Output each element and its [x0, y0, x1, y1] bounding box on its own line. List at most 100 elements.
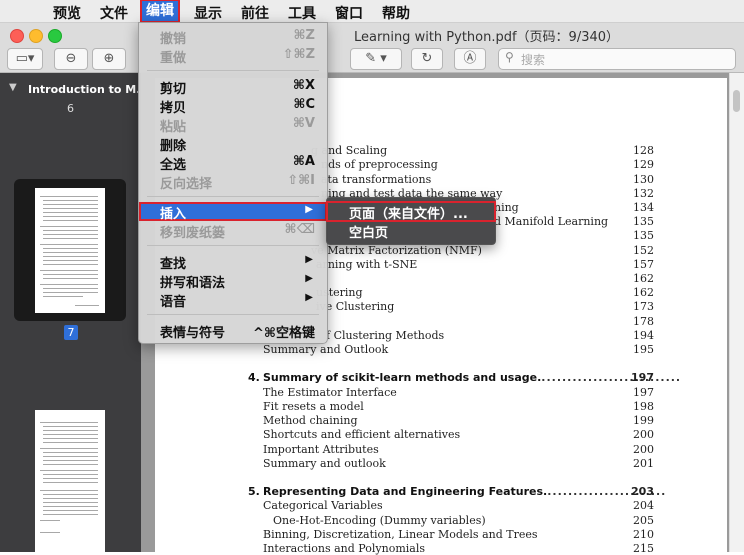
toc-entry: The Estimator Interface — [263, 386, 397, 399]
toc-entry: Binning, Discretization, Linear Models a… — [263, 528, 538, 541]
menu-item-emoji-symbols[interactable]: 表情与符号 ^⌘空格键 — [139, 321, 327, 341]
toc-page: 200 — [633, 428, 654, 441]
menu-separator — [147, 196, 319, 197]
toc-entry: Interactions and Polynomials — [263, 542, 425, 555]
window-toolbar: Learning with Python.pdf（页码：9/340） ▭▾ ⊖ … — [0, 23, 744, 73]
page-thumbnail-selected[interactable] — [14, 179, 126, 321]
scrollbar-thumb[interactable] — [733, 90, 740, 112]
toc-page: 197 — [633, 386, 654, 399]
toc-entry: d Manifold Learning — [494, 215, 609, 228]
menu-item-spelling-grammar[interactable]: 拼写和语法 ▶ — [139, 271, 327, 291]
menu-item-invert-selection[interactable]: 反向选择 ⇧⌘I — [139, 172, 327, 192]
toc-page: 194 — [633, 329, 654, 342]
toc-entry: arning with t-SNE — [316, 258, 418, 271]
toc-entry: Shortcuts and efficient alternatives — [263, 428, 461, 441]
menu-item-paste[interactable]: 粘贴 ⌘V — [139, 115, 327, 135]
menu-item-delete[interactable]: 删除 — [139, 134, 327, 154]
menu-view[interactable]: 显示 — [194, 3, 222, 23]
toc-page: 201 — [633, 457, 654, 470]
toc-page: 157 — [633, 258, 654, 271]
menu-item-find[interactable]: 查找 ▶ — [139, 252, 327, 272]
rotate-icon: ↻ — [421, 51, 433, 66]
toc-page: 132 — [633, 187, 654, 200]
toc-page: 204 — [633, 499, 654, 512]
toc-page: 162 — [633, 272, 654, 285]
toc-page: 135 — [633, 229, 654, 242]
toc-entry: f Clustering Methods — [326, 329, 445, 342]
search-field[interactable]: ⚲ 搜索 — [498, 48, 736, 70]
close-window-button[interactable] — [10, 29, 24, 43]
menu-preview[interactable]: 预览 — [53, 3, 81, 23]
pen-icon: ✎ ▾ — [365, 51, 387, 66]
menu-separator — [147, 245, 319, 246]
toc-entry: Method chaining — [263, 414, 358, 427]
menu-file[interactable]: 文件 — [100, 3, 128, 23]
submenu-arrow-icon: ▶ — [305, 292, 313, 303]
menu-item-speech[interactable]: 语音 ▶ — [139, 290, 327, 310]
menu-bar: 预览 文件 编辑 显示 前往 工具 窗口 帮助 — [0, 0, 744, 23]
vertical-scrollbar[interactable] — [729, 73, 744, 552]
submenu-item-blank-page[interactable]: 空白页 — [327, 221, 495, 241]
toc-page: 178 — [633, 315, 654, 328]
toc-page: 203 — [631, 485, 654, 498]
menu-item-insert[interactable]: 插入 ▶ — [139, 202, 327, 222]
toc-page: 129 — [633, 158, 654, 171]
menu-tools[interactable]: 工具 — [288, 3, 316, 23]
rotate-button[interactable]: ↻ — [411, 48, 443, 70]
menu-go[interactable]: 前往 — [241, 3, 269, 23]
toc-page: 162 — [633, 286, 654, 299]
page-thumbnail-next[interactable] — [35, 410, 105, 552]
toc-page: 197 — [631, 371, 654, 384]
menu-item-cut[interactable]: 剪切 ⌘X — [139, 77, 327, 97]
toc-page: 198 — [633, 400, 654, 413]
search-icon: ⚲ — [505, 50, 514, 64]
zoom-out-icon: ⊖ — [65, 51, 77, 66]
toc-entry: Categorical Variables — [263, 499, 383, 512]
toc-entry: nds of preprocessing — [321, 158, 438, 171]
edit-menu-dropdown: 撤销 ⌘Z 重做 ⇧⌘Z 剪切 ⌘X 拷贝 ⌘C 粘贴 ⌘V 删除 全选 ⌘A 反向选择 ⇧⌘… — [138, 22, 328, 344]
zoom-window-button[interactable] — [48, 29, 62, 43]
menu-edit[interactable]: 编辑 — [140, 0, 180, 23]
submenu-arrow-icon: ▶ — [305, 273, 313, 284]
menu-item-copy[interactable]: 拷贝 ⌘C — [139, 96, 327, 116]
menu-item-redo[interactable]: 重做 ⇧⌘Z — [139, 46, 327, 66]
toc-entry: Fit resets a model — [263, 400, 364, 413]
annotate-button[interactable]: Ⓐ — [454, 48, 486, 70]
markup-circle-icon: Ⓐ — [463, 51, 477, 66]
submenu-arrow-icon: ▶ — [305, 204, 313, 215]
disclosure-triangle-icon[interactable]: ▼ — [9, 82, 17, 93]
thumbnail-sidebar: ▼ Introduction to M... 6 7 — [0, 73, 149, 552]
minimize-window-button[interactable] — [29, 29, 43, 43]
menu-item-move-to-trash[interactable]: 移到废纸篓 ⌘⌫ — [139, 221, 327, 241]
sidebar-icon: ▭▾ — [15, 51, 35, 66]
sidebar-toggle-button[interactable]: ▭▾ — [7, 48, 43, 70]
toc-page: 134 — [633, 201, 654, 214]
toc-entry: ata transformations — [321, 173, 432, 186]
search-placeholder: 搜索 — [521, 53, 546, 67]
toc-page: 128 — [633, 144, 654, 157]
menu-item-undo[interactable]: 撤销 ⌘Z — [139, 27, 327, 47]
menu-separator — [147, 70, 319, 71]
markup-button[interactable]: ✎ ▾ — [350, 48, 402, 70]
toc-page: 130 — [633, 173, 654, 186]
toc-page: 135 — [633, 215, 654, 228]
submenu-item-page-from-file[interactable]: 页面（来自文件）... — [326, 201, 496, 222]
toc-entry: One-Hot-Encoding (Dummy variables) — [273, 514, 486, 527]
zoom-in-button[interactable]: ⊕ — [92, 48, 126, 70]
menu-separator — [147, 314, 319, 315]
toc-page: 205 — [633, 514, 654, 527]
menu-window[interactable]: 窗口 — [335, 3, 363, 23]
toc-page: 199 — [633, 414, 654, 427]
zoom-out-button[interactable]: ⊖ — [54, 48, 88, 70]
current-page-number: 7 — [64, 325, 78, 340]
toc-page: 195 — [633, 343, 654, 356]
toc-entry: Summary and outlook — [263, 457, 386, 470]
toc-page: 200 — [633, 443, 654, 456]
sidebar-document-title: Introduction to M... — [28, 83, 149, 96]
menu-item-select-all[interactable]: 全选 ⌘A — [139, 153, 327, 173]
submenu-arrow-icon: ▶ — [305, 254, 313, 265]
menu-help[interactable]: 帮助 — [382, 3, 410, 23]
sidebar-document-header[interactable]: ▼ Introduction to M... — [0, 81, 149, 99]
window-title: Learning with Python.pdf（页码：9/340） — [354, 30, 620, 45]
toc-page: 210 — [633, 528, 654, 541]
